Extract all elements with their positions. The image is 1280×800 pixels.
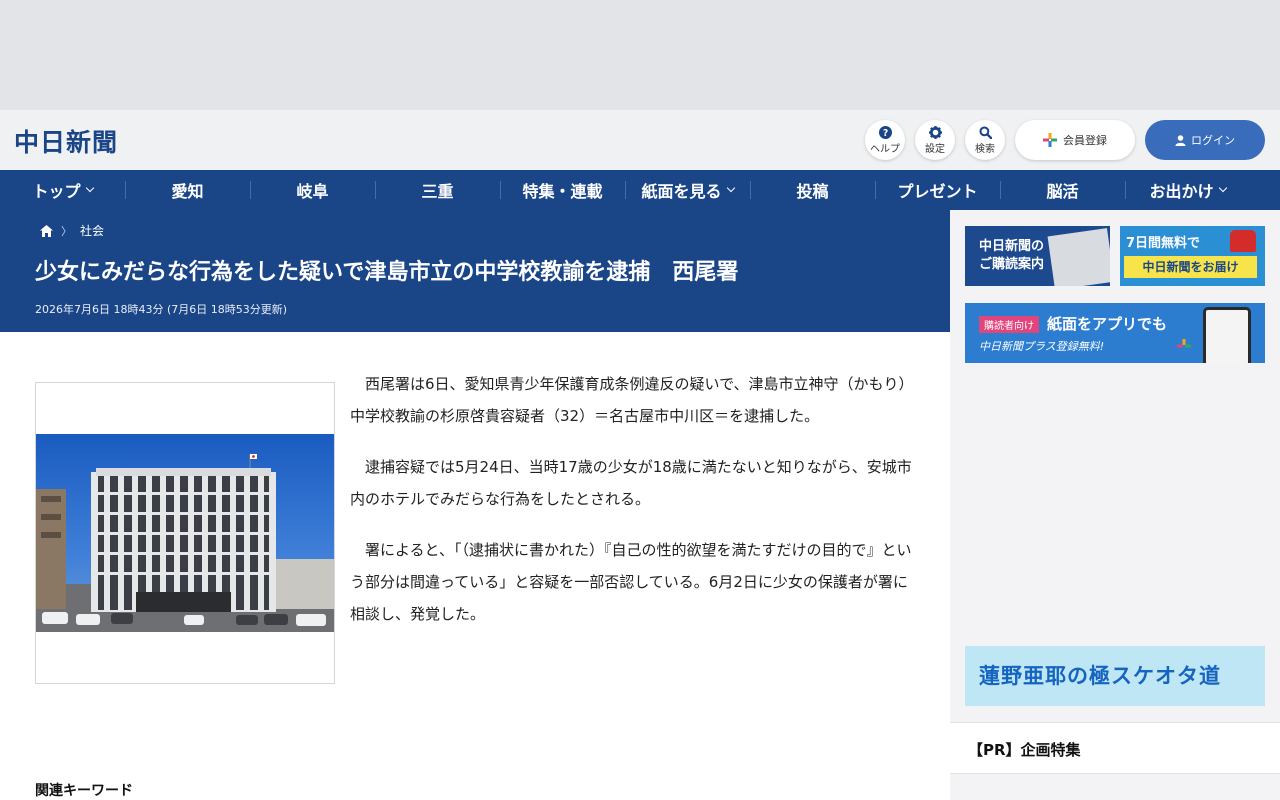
nav-label: 岐阜 bbox=[296, 182, 329, 201]
article-title: 少女にみだらな行為をした疑いで津島市立の中学校教諭を逮捕 西尾署 bbox=[35, 260, 739, 285]
register-label: 会員登録 bbox=[1063, 134, 1107, 147]
login-button[interactable]: ログイン bbox=[1145, 120, 1265, 160]
subscriber-badge: 購読者向け bbox=[979, 316, 1039, 333]
nav-item-paper[interactable]: 紙面を見る bbox=[625, 170, 750, 210]
nav-label: 脳活 bbox=[1046, 182, 1079, 201]
search-icon bbox=[978, 126, 992, 139]
help-label: ヘルプ bbox=[870, 144, 900, 155]
nav-item-top[interactable]: トップ bbox=[0, 170, 125, 210]
article-paragraph: 逮捕容疑では5月24日、当時17歳の少女が18歳に満たないと知りながら、安城市内… bbox=[350, 458, 912, 508]
chevron-down-icon bbox=[1218, 183, 1227, 193]
newspaper-image bbox=[1047, 228, 1110, 286]
nav-label: トップ bbox=[32, 182, 81, 201]
breadcrumb: 〉 社会 bbox=[40, 222, 104, 239]
article-paragraph: 西尾署は6日、愛知県青少年保護育成条例違反の疑いで、津島市立神守（かもり）中学校… bbox=[350, 375, 914, 425]
app-banner[interactable]: 購読者向け 紙面をアプリでも 中日新聞プラス登録無料! bbox=[965, 303, 1265, 363]
article-photo[interactable] bbox=[36, 434, 334, 632]
related-keywords-heading: 関連キーワード bbox=[35, 783, 133, 799]
nav-item-gifu[interactable]: 岐阜 bbox=[250, 170, 375, 210]
help-icon: ? bbox=[878, 126, 892, 139]
police-building-photo bbox=[36, 454, 334, 632]
top-ad-space bbox=[0, 0, 1280, 110]
site-header: 中日新聞 ? ヘルプ 設定 検索 会員登録 ログイン bbox=[0, 110, 1280, 170]
nav-item-outing[interactable]: お出かけ bbox=[1125, 170, 1250, 210]
site-logo[interactable]: 中日新聞 bbox=[14, 123, 118, 159]
banner2-line1: 7日間無料で bbox=[1126, 236, 1201, 251]
nav-item-features[interactable]: 特集・連載 bbox=[500, 170, 625, 210]
article-header: 〉 社会 少女にみだらな行為をした疑いで津島市立の中学校教諭を逮捕 西尾署 20… bbox=[0, 210, 950, 332]
main-nav: トップ 愛知 岐阜 三重 特集・連載 紙面を見る 投稿 プレゼント 脳活 お出か… bbox=[0, 170, 1280, 210]
banner2-line2: 中日新聞をお届け bbox=[1124, 256, 1257, 278]
plus-logo-icon bbox=[1177, 339, 1191, 353]
subscription-banner[interactable]: 中日新聞の ご購読案内 bbox=[965, 226, 1110, 286]
mailbox-icon bbox=[1230, 230, 1256, 252]
search-label: 検索 bbox=[975, 144, 995, 155]
nav-label: 三重 bbox=[421, 182, 454, 201]
skate-banner-text: 蓮野亜耶の極スケオタ道 bbox=[979, 664, 1221, 688]
skate-column-banner[interactable]: 蓮野亜耶の極スケオタ道 bbox=[965, 646, 1265, 706]
settings-label: 設定 bbox=[925, 144, 945, 155]
nav-label: お出かけ bbox=[1149, 182, 1214, 201]
free-trial-banner[interactable]: 7日間無料で 中日新聞をお届け bbox=[1120, 226, 1265, 286]
nav-label: 特集・連載 bbox=[522, 182, 603, 201]
pr-feature-section: 【PR】企画特集 bbox=[950, 722, 1280, 774]
article-paragraph: 署によると、「（逮捕状に書かれた）『自己の性的欲望を満たすだけの目的で』という部… bbox=[350, 541, 912, 623]
app-banner-headline: 紙面をアプリでも bbox=[1047, 315, 1168, 333]
nav-item-mie[interactable]: 三重 bbox=[375, 170, 500, 210]
article-body: 西尾署は6日、愛知県青少年保護育成条例違反の疑いで、津島市立神守（かもり）中学校… bbox=[350, 368, 920, 649]
chevron-down-icon bbox=[85, 183, 94, 193]
nav-item-brain[interactable]: 脳活 bbox=[1000, 170, 1125, 210]
nav-label: プレゼント bbox=[897, 182, 978, 201]
app-banner-sub: 中日新聞プラス登録無料! bbox=[979, 340, 1105, 353]
nav-label: 投稿 bbox=[796, 182, 829, 201]
sidebar: 中日新聞の ご購読案内 7日間無料で 中日新聞をお届け 購読者向け 紙面をアプリ… bbox=[950, 210, 1280, 800]
article-date: 2026年7月6日 18時43分 (7月6日 18時53分更新) bbox=[35, 303, 288, 316]
breadcrumb-separator-icon: 〉 bbox=[61, 224, 72, 238]
nav-item-present[interactable]: プレゼント bbox=[875, 170, 1000, 210]
article-photo-frame[interactable] bbox=[35, 382, 335, 684]
svg-text:?: ? bbox=[882, 128, 887, 139]
home-icon[interactable] bbox=[40, 224, 53, 237]
register-button[interactable]: 会員登録 bbox=[1015, 120, 1135, 160]
nav-item-post[interactable]: 投稿 bbox=[750, 170, 875, 210]
phone-image bbox=[1203, 307, 1251, 363]
nav-label: 紙面を見る bbox=[641, 182, 722, 201]
banner1-line1: 中日新聞の bbox=[979, 239, 1045, 254]
breadcrumb-category[interactable]: 社会 bbox=[80, 222, 104, 239]
banner1-line2: ご購読案内 bbox=[979, 257, 1045, 272]
chevron-down-icon bbox=[726, 183, 735, 193]
settings-button[interactable]: 設定 bbox=[915, 120, 955, 160]
login-label: ログイン bbox=[1191, 134, 1235, 147]
gear-icon bbox=[928, 126, 942, 139]
search-button[interactable]: 検索 bbox=[965, 120, 1005, 160]
nav-label: 愛知 bbox=[171, 182, 204, 201]
plus-logo-icon bbox=[1043, 133, 1057, 147]
nav-item-aichi[interactable]: 愛知 bbox=[125, 170, 250, 210]
help-button[interactable]: ? ヘルプ bbox=[865, 120, 905, 160]
pr-feature-title: 【PR】企画特集 bbox=[968, 741, 1081, 759]
user-icon bbox=[1175, 134, 1186, 146]
